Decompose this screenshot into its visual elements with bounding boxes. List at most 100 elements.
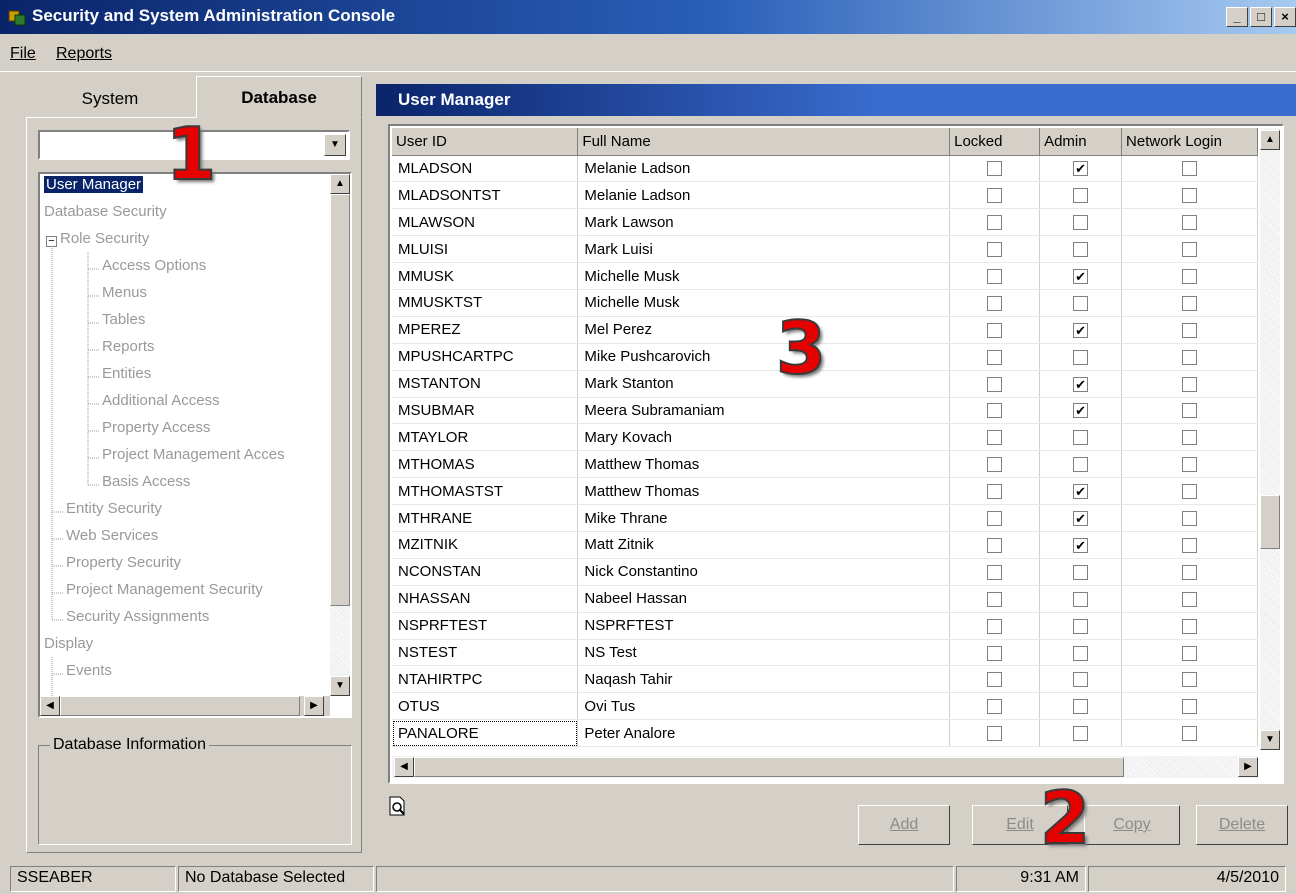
cell-full-name[interactable]: Ovi Tus	[577, 692, 951, 721]
admin-checkbox[interactable]	[1073, 215, 1089, 231]
delete-button[interactable]: Delete	[1196, 805, 1288, 845]
locked-checkbox[interactable]	[987, 645, 1003, 661]
admin-checkbox[interactable]	[1073, 564, 1089, 580]
cell-full-name[interactable]: Michelle Musk	[577, 289, 951, 317]
table-row[interactable]: NCONSTAN Nick Constantino	[392, 558, 1258, 586]
locked-checkbox[interactable]	[987, 699, 1003, 715]
network-login-checkbox[interactable]	[1182, 269, 1198, 285]
admin-checkbox[interactable]	[1073, 699, 1089, 715]
locked-checkbox[interactable]	[987, 349, 1003, 365]
cell-user-id[interactable]: NHASSAN	[392, 585, 579, 613]
tree-item[interactable]: Role Security	[60, 230, 149, 247]
network-login-checkbox[interactable]	[1182, 403, 1198, 419]
network-login-checkbox[interactable]	[1182, 322, 1198, 338]
admin-checkbox[interactable]: ✔	[1073, 511, 1089, 527]
cell-user-id[interactable]: PANALORE	[392, 719, 579, 748]
table-row[interactable]: MTAYLOR Mary Kovach	[392, 423, 1258, 452]
network-login-checkbox[interactable]	[1182, 457, 1198, 473]
cell-user-id[interactable]: NSPRFTEST	[392, 612, 579, 640]
table-row[interactable]: NHASSAN Nabeel Hassan	[392, 585, 1258, 613]
locked-checkbox[interactable]	[987, 672, 1003, 688]
locked-checkbox[interactable]	[987, 403, 1003, 419]
grid-scroll-right-arrow-icon[interactable]: ▶	[1238, 757, 1258, 777]
cell-user-id[interactable]: MMUSK	[392, 262, 579, 290]
grid-scroll-thumb[interactable]	[1260, 495, 1280, 549]
tree-item[interactable]: Basis Access	[102, 473, 190, 490]
table-row[interactable]: MTHOMAS Matthew Thomas	[392, 450, 1258, 479]
network-login-checkbox[interactable]	[1182, 699, 1198, 715]
locked-checkbox[interactable]	[987, 511, 1003, 527]
cell-user-id[interactable]: MLAWSON	[392, 208, 579, 237]
copy-button[interactable]: Copy	[1084, 805, 1180, 845]
admin-checkbox[interactable]	[1073, 672, 1089, 688]
network-login-checkbox[interactable]	[1182, 376, 1198, 392]
cell-user-id[interactable]: MSTANTON	[392, 370, 579, 398]
cell-full-name[interactable]: Mike Thrane	[577, 504, 951, 532]
table-row[interactable]: NSTEST NS Test	[392, 639, 1258, 667]
admin-checkbox[interactable]: ✔	[1073, 537, 1089, 553]
table-row[interactable]: NTAHIRTPC Naqash Tahir	[392, 665, 1258, 694]
network-login-checkbox[interactable]	[1182, 188, 1198, 204]
table-row[interactable]: MLAWSON Mark Lawson	[392, 208, 1258, 237]
tree-item[interactable]: User Manager	[44, 176, 144, 193]
add-button[interactable]: Add	[858, 805, 950, 845]
tree-item[interactable]: Additional Access	[102, 392, 220, 409]
tree-item[interactable]: Entities	[102, 365, 151, 382]
admin-checkbox[interactable]: ✔	[1073, 322, 1089, 338]
locked-checkbox[interactable]	[987, 537, 1003, 553]
cell-user-id[interactable]: MSUBMAR	[392, 397, 579, 425]
network-login-checkbox[interactable]	[1182, 242, 1198, 258]
column-header-full-name[interactable]: Full Name	[577, 128, 951, 156]
maximize-button[interactable]: □	[1250, 7, 1272, 27]
cell-full-name[interactable]: Matt Zitnik	[577, 531, 951, 559]
cell-full-name[interactable]: NS Test	[577, 639, 951, 667]
cell-user-id[interactable]: NTAHIRTPC	[392, 665, 579, 694]
tree-item[interactable]: Access Options	[102, 257, 206, 274]
scroll-right-arrow-icon[interactable]: ▶	[304, 696, 324, 716]
table-row[interactable]: MLADSON Melanie Ladson ✔	[392, 155, 1258, 183]
locked-checkbox[interactable]	[987, 215, 1003, 231]
menu-file[interactable]: File	[10, 45, 36, 63]
cell-full-name[interactable]: Mel Perez	[577, 316, 951, 344]
table-row[interactable]: MLUISI Mark Luisi	[392, 235, 1258, 264]
cell-full-name[interactable]: Matthew Thomas	[577, 477, 951, 506]
chevron-down-icon[interactable]: ▼	[324, 134, 346, 156]
table-row[interactable]: MLADSONTST Melanie Ladson	[392, 181, 1258, 210]
table-row[interactable]: MTHRANE Mike Thrane ✔	[392, 504, 1258, 532]
locked-checkbox[interactable]	[987, 295, 1003, 311]
cell-user-id[interactable]: NCONSTAN	[392, 558, 579, 586]
tree-item[interactable]: Property Security	[66, 554, 181, 571]
network-login-checkbox[interactable]	[1182, 484, 1198, 500]
cell-full-name[interactable]: Nabeel Hassan	[577, 585, 951, 613]
cell-full-name[interactable]: Meera Subramaniam	[577, 397, 951, 425]
tree-item[interactable]: Tables	[102, 311, 145, 328]
tree-item[interactable]: Display	[44, 635, 93, 652]
cell-full-name[interactable]: Mark Luisi	[577, 235, 951, 264]
cell-full-name[interactable]: Naqash Tahir	[577, 665, 951, 694]
cell-user-id[interactable]: MPEREZ	[392, 316, 579, 344]
network-login-checkbox[interactable]	[1182, 295, 1198, 311]
admin-checkbox[interactable]	[1073, 457, 1089, 473]
admin-checkbox[interactable]	[1073, 726, 1089, 742]
column-header-network-login[interactable]: Network Login	[1121, 128, 1258, 156]
cell-user-id[interactable]: MMUSKTST	[392, 289, 579, 317]
scroll-down-arrow-icon[interactable]: ▼	[330, 676, 350, 696]
navigation-tree[interactable]: User Manager Database Security Role Securi…	[38, 172, 352, 718]
tree-scroll-thumb[interactable]	[330, 194, 350, 606]
cell-user-id[interactable]: OTUS	[392, 692, 579, 721]
close-button[interactable]: ×	[1274, 7, 1296, 27]
admin-checkbox[interactable]	[1073, 295, 1089, 311]
tree-item[interactable]: Menus	[102, 284, 147, 301]
tree-item[interactable]: Events	[66, 662, 112, 679]
locked-checkbox[interactable]	[987, 242, 1003, 258]
cell-full-name[interactable]: Nick Constantino	[577, 558, 951, 586]
network-login-checkbox[interactable]	[1182, 591, 1198, 607]
admin-checkbox[interactable]: ✔	[1073, 161, 1089, 177]
cell-full-name[interactable]: Peter Analore	[577, 719, 951, 748]
locked-checkbox[interactable]	[987, 564, 1003, 580]
locked-checkbox[interactable]	[987, 269, 1003, 285]
cell-full-name[interactable]: NSPRFTEST	[577, 612, 951, 640]
cell-user-id[interactable]: MTHRANE	[392, 504, 579, 532]
grid-scroll-up-arrow-icon[interactable]: ▲	[1260, 130, 1280, 150]
column-header-user-id[interactable]: User ID	[392, 128, 579, 156]
